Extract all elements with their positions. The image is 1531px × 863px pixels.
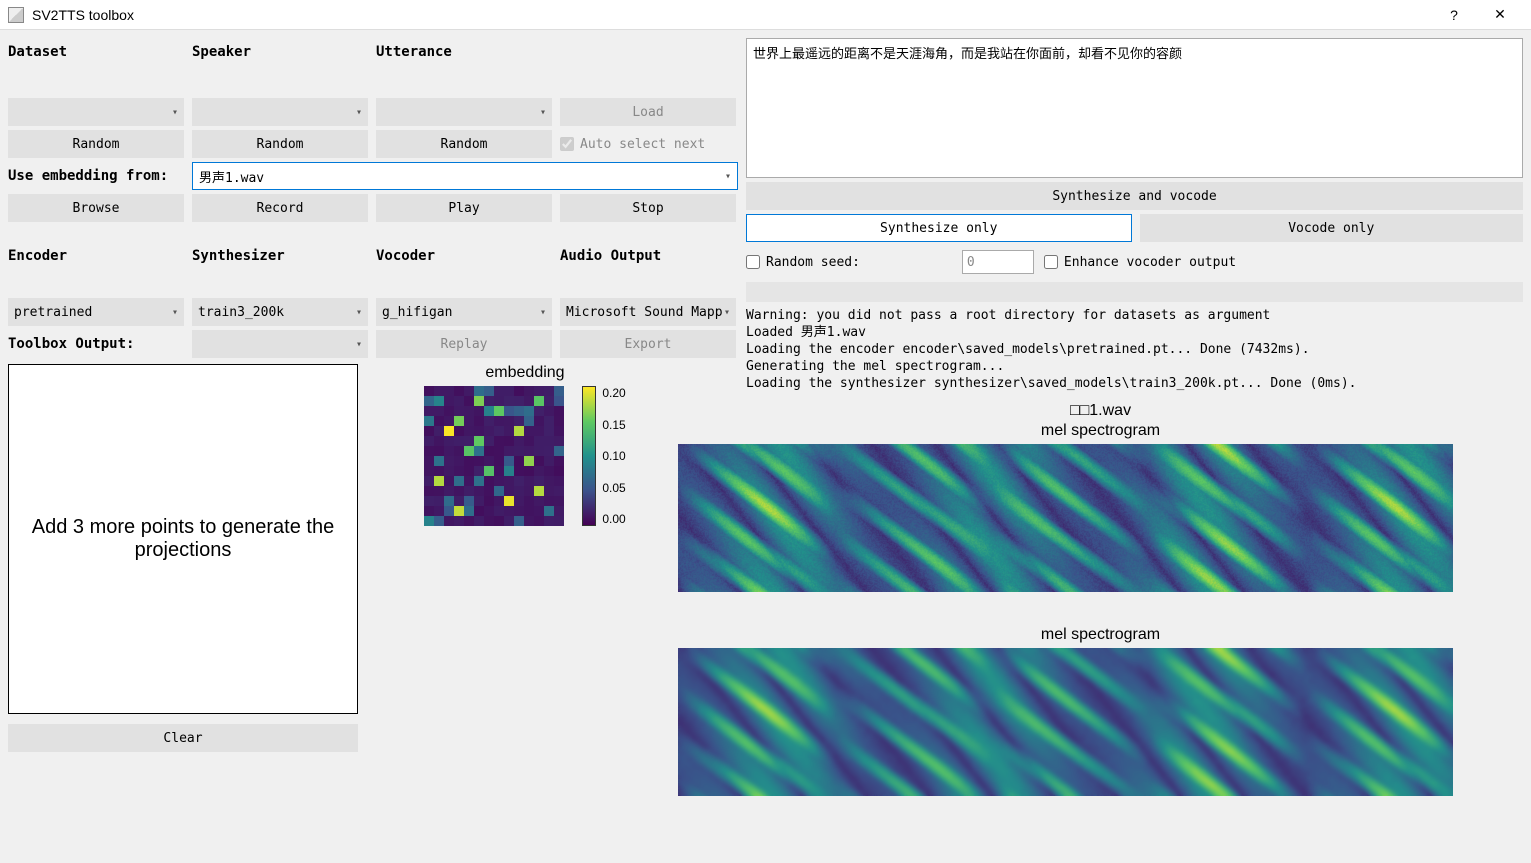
embedding-title: embedding: [485, 364, 564, 382]
chevron-down-icon: ▾: [724, 307, 730, 318]
encoder-select[interactable]: pretrained ▾: [8, 298, 184, 326]
embedding-colorbar: 0.20 0.15 0.10 0.05 0.00: [582, 386, 625, 526]
toolbox-output-label: Toolbox Output:: [8, 336, 184, 352]
load-button[interactable]: Load: [560, 98, 736, 126]
synthesis-text-input[interactable]: [746, 38, 1523, 178]
audio-output-label: Audio Output: [560, 242, 736, 294]
help-button[interactable]: ?: [1431, 0, 1477, 30]
chevron-down-icon: ▾: [356, 307, 362, 318]
utterance-select[interactable]: ▾: [376, 98, 552, 126]
enhance-vocoder-wrap: Enhance vocoder output: [1044, 255, 1236, 270]
vocode-only-button[interactable]: Vocode only: [1140, 214, 1524, 242]
random-dataset-button[interactable]: Random: [8, 130, 184, 158]
utterance-label: Utterance: [376, 38, 552, 94]
synthesizer-select-value: train3_200k: [198, 305, 284, 320]
enhance-vocoder-label: Enhance vocoder output: [1064, 255, 1236, 270]
export-button[interactable]: Export: [560, 330, 736, 358]
speaker-select[interactable]: ▾: [192, 98, 368, 126]
mel-title-1: mel spectrogram: [678, 422, 1523, 440]
chevron-down-icon: ▾: [172, 107, 178, 118]
log-output: Warning: you did not pass a root directo…: [746, 306, 1523, 392]
vocoder-select[interactable]: g_hifigan ▾: [376, 298, 552, 326]
use-embedding-label: Use embedding from:: [8, 168, 184, 184]
chevron-down-icon: ▾: [356, 107, 362, 118]
mel-spectrogram-2: [678, 648, 1453, 796]
chevron-down-icon: ▾: [540, 307, 546, 318]
titlebar: SV2TTS toolbox ? ✕: [0, 0, 1531, 30]
app-icon: [8, 7, 24, 23]
mel-spectrogram-1: [678, 444, 1453, 592]
record-button[interactable]: Record: [192, 194, 368, 222]
synthesizer-label: Synthesizer: [192, 242, 368, 294]
random-utterance-button[interactable]: Random: [376, 130, 552, 158]
speaker-label: Speaker: [192, 38, 368, 94]
auto-select-next-label: Auto select next: [580, 137, 705, 152]
synthesize-vocode-button[interactable]: Synthesize and vocode: [746, 182, 1523, 210]
colorbar-tick: 0.10: [602, 449, 625, 463]
chevron-down-icon: ▾: [725, 171, 731, 182]
window-title: SV2TTS toolbox: [32, 7, 1431, 23]
enhance-vocoder-checkbox[interactable]: [1044, 255, 1058, 269]
synthesizer-select[interactable]: train3_200k ▾: [192, 298, 368, 326]
embedding-heatmap: 0.20 0.15 0.10 0.05 0.00: [424, 386, 625, 526]
toolbox-output-select[interactable]: ▾: [192, 330, 368, 358]
mel-title-2: mel spectrogram: [678, 626, 1523, 644]
colorbar-tick: 0.15: [602, 418, 625, 432]
colorbar-tick: 0.00: [602, 512, 625, 526]
auto-select-next-wrap: Auto select next: [560, 137, 736, 152]
chevron-down-icon: ▾: [540, 107, 546, 118]
random-seed-label: Random seed:: [766, 255, 860, 270]
play-button[interactable]: Play: [376, 194, 552, 222]
spectrogram-file-title: □□1.wav: [678, 402, 1523, 420]
projections-placeholder: Add 3 more points to generate the projec…: [8, 364, 358, 714]
dataset-label: Dataset: [8, 38, 184, 94]
browse-button[interactable]: Browse: [8, 194, 184, 222]
replay-button[interactable]: Replay: [376, 330, 552, 358]
audio-output-select-value: Microsoft Sound Mapp: [566, 305, 723, 320]
clear-button[interactable]: Clear: [8, 724, 358, 752]
random-seed-input[interactable]: [962, 250, 1034, 274]
close-button[interactable]: ✕: [1477, 0, 1523, 30]
synthesize-only-button[interactable]: Synthesize only: [746, 214, 1132, 242]
progress-bar: [746, 282, 1523, 302]
embedding-select-value: 男声1.wav: [199, 167, 264, 186]
chevron-down-icon: ▾: [356, 339, 362, 350]
random-seed-wrap: Random seed:: [746, 255, 860, 270]
random-speaker-button[interactable]: Random: [192, 130, 368, 158]
embedding-select[interactable]: 男声1.wav ▾: [192, 162, 738, 190]
dataset-select[interactable]: ▾: [8, 98, 184, 126]
colorbar-tick: 0.20: [602, 386, 625, 400]
random-seed-checkbox[interactable]: [746, 255, 760, 269]
chevron-down-icon: ▾: [172, 307, 178, 318]
auto-select-next-checkbox[interactable]: [560, 137, 574, 151]
projections-message: Add 3 more points to generate the projec…: [29, 516, 337, 562]
encoder-select-value: pretrained: [14, 305, 92, 320]
encoder-label: Encoder: [8, 242, 184, 294]
stop-button[interactable]: Stop: [560, 194, 736, 222]
colorbar-tick: 0.05: [602, 481, 625, 495]
audio-output-select[interactable]: Microsoft Sound Mapp▾: [560, 298, 736, 326]
vocoder-label: Vocoder: [376, 242, 552, 294]
vocoder-select-value: g_hifigan: [382, 305, 452, 320]
